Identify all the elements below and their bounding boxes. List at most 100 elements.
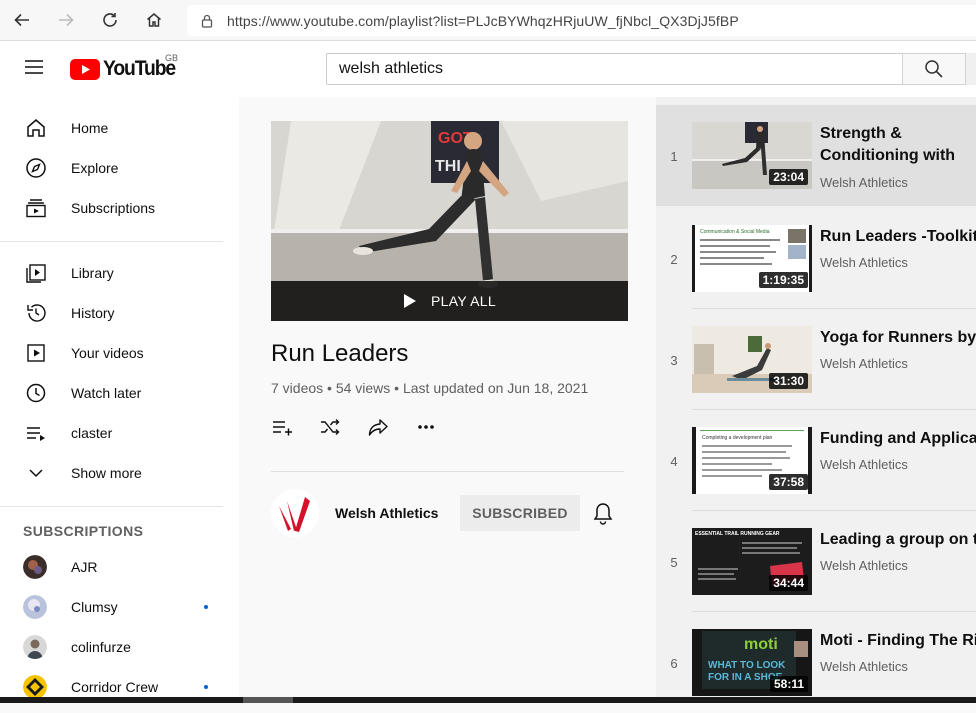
video-duration: 34:44 bbox=[769, 575, 808, 591]
sidebar-item-label: Home bbox=[71, 120, 109, 136]
playlist-video-item[interactable]: 3 31:30 Yoga for Runners by E Welsh Athl… bbox=[656, 309, 976, 410]
more-actions-button[interactable] bbox=[415, 415, 463, 439]
search-icon bbox=[925, 60, 943, 78]
video-title[interactable]: Run Leaders -Toolkit bbox=[820, 226, 976, 248]
avatar bbox=[23, 675, 47, 699]
playlist-divider bbox=[271, 471, 624, 472]
playlist-thumbnail[interactable]: GOT THI PLAY ALL bbox=[271, 121, 628, 321]
sidebar-divider bbox=[0, 241, 223, 242]
channel-avatar[interactable] bbox=[271, 489, 319, 537]
search-input[interactable] bbox=[326, 53, 902, 85]
history-icon bbox=[24, 301, 48, 325]
forward-button[interactable] bbox=[44, 0, 88, 41]
lock-icon bbox=[201, 14, 213, 28]
video-channel[interactable]: Welsh Athletics bbox=[820, 356, 908, 371]
sidebar-item-label: Explore bbox=[71, 160, 119, 176]
share-button[interactable] bbox=[367, 415, 415, 439]
video-duration: 58:11 bbox=[769, 676, 808, 692]
play-all-button[interactable]: PLAY ALL bbox=[271, 281, 628, 321]
scrollbar-thumb[interactable] bbox=[243, 697, 293, 703]
clock-icon bbox=[24, 381, 48, 405]
sidebar-item-watch-later[interactable]: Watch later bbox=[0, 373, 223, 413]
horizontal-scrollbar[interactable] bbox=[0, 697, 976, 703]
youtube-header: YouTube GB bbox=[0, 41, 976, 97]
thumb-heading: Communication & Social Media bbox=[700, 229, 770, 235]
subscriptions-heading: SUBSCRIPTIONS bbox=[23, 523, 144, 539]
video-thumbnail[interactable]: Completing a development plan 37:58 bbox=[692, 427, 812, 494]
video-title[interactable]: Moti - Finding The Rig bbox=[820, 630, 976, 652]
notification-bell-button[interactable] bbox=[592, 501, 614, 530]
home-browser-button[interactable] bbox=[132, 0, 176, 41]
playlist-sidebar: GOT THI PLAY ALL Run Leaders 7 videos • … bbox=[239, 97, 656, 703]
channel-name[interactable]: Welsh Athletics bbox=[335, 505, 438, 521]
playlist-video-item[interactable]: 5 ESSENTIAL TRAIL RUNNING GEAR 34:44 Lea… bbox=[656, 511, 976, 612]
video-duration: 23:04 bbox=[769, 169, 808, 185]
playlist-stats: 7 videos • 54 views • Last updated on Ju… bbox=[271, 380, 589, 396]
video-title[interactable]: Leading a group on th bbox=[820, 529, 976, 551]
video-channel[interactable]: Welsh Athletics bbox=[820, 659, 908, 674]
youtube-logo[interactable]: YouTube GB bbox=[70, 53, 181, 81]
video-title[interactable]: Strength & Conditioning with Kelly bbox=[820, 123, 976, 167]
subscriptions-icon bbox=[24, 196, 48, 220]
playlist-video-item[interactable]: 4 Completing a development plan 37:58 Fu… bbox=[656, 410, 976, 511]
video-index: 3 bbox=[670, 353, 678, 368]
sidebar-item-your-videos[interactable]: Your videos bbox=[0, 333, 223, 373]
new-content-dot bbox=[204, 685, 208, 689]
sidebar-item-claster[interactable]: claster bbox=[0, 413, 223, 453]
sidebar-item-home[interactable]: Home bbox=[0, 108, 223, 148]
subscription-item-clumsy[interactable]: Clumsy bbox=[0, 587, 223, 627]
url-text: https://www.youtube.com/playlist?list=PL… bbox=[227, 12, 739, 29]
sidebar-item-explore[interactable]: Explore bbox=[0, 148, 223, 188]
video-thumbnail[interactable]: Communication & Social Media 1:19:35 bbox=[692, 225, 812, 292]
youtube-play-logo-icon bbox=[70, 58, 100, 80]
shuffle-button[interactable] bbox=[319, 415, 367, 439]
video-channel[interactable]: Welsh Athletics bbox=[820, 255, 908, 270]
playlist-video-item[interactable]: 2 Communication & Social Media 1:19:35 R… bbox=[656, 208, 976, 309]
video-index: 5 bbox=[670, 555, 678, 570]
playlist-icon bbox=[24, 421, 48, 445]
save-playlist-button[interactable] bbox=[271, 415, 319, 439]
sidebar-item-library[interactable]: Library bbox=[0, 253, 223, 293]
avatar bbox=[23, 635, 47, 659]
sidebar-item-subscriptions[interactable]: Subscriptions bbox=[0, 188, 223, 228]
subscription-item-colinfurze[interactable]: colinfurze bbox=[0, 627, 223, 667]
subscribe-button[interactable]: SUBSCRIBED bbox=[460, 495, 580, 531]
sidebar-item-history[interactable]: History bbox=[0, 293, 223, 333]
refresh-icon bbox=[103, 13, 117, 27]
search-button[interactable] bbox=[902, 53, 966, 85]
refresh-button[interactable] bbox=[88, 0, 132, 41]
voice-search-button[interactable] bbox=[966, 53, 976, 85]
thumb-brand: moti bbox=[744, 636, 778, 653]
house-icon bbox=[147, 13, 161, 27]
avatar bbox=[23, 595, 47, 619]
video-thumbnail[interactable]: 23:04 bbox=[692, 122, 812, 189]
video-index: 6 bbox=[670, 656, 678, 671]
bell-icon bbox=[593, 503, 613, 525]
subscription-name: Corridor Crew bbox=[71, 679, 159, 695]
video-thumbnail[interactable]: 31:30 bbox=[692, 326, 812, 393]
sidebar-item-label: Show more bbox=[71, 465, 142, 481]
address-bar[interactable]: https://www.youtube.com/playlist?list=PL… bbox=[187, 5, 976, 36]
add-to-library-icon bbox=[273, 421, 292, 436]
video-channel[interactable]: Welsh Athletics bbox=[820, 457, 908, 472]
video-index: 2 bbox=[670, 252, 678, 267]
video-channel[interactable]: Welsh Athletics bbox=[820, 175, 908, 190]
video-index: 4 bbox=[670, 454, 678, 469]
compass-icon bbox=[24, 156, 48, 180]
video-title[interactable]: Yoga for Runners by E bbox=[820, 327, 976, 349]
home-icon bbox=[24, 116, 48, 140]
video-thumbnail[interactable]: moti WHAT TO LOOK FOR IN A SHOE 58:11 bbox=[692, 629, 812, 696]
playlist-video-list: 1 23:04 Strength & Conditioning with Kel… bbox=[656, 97, 976, 703]
menu-button[interactable] bbox=[24, 59, 44, 80]
back-arrow-icon bbox=[14, 13, 29, 27]
hamburger-icon bbox=[25, 60, 43, 74]
logo-country-code: GB bbox=[165, 53, 179, 63]
playlist-video-item[interactable]: 1 23:04 Strength & Conditioning with Kel… bbox=[656, 105, 976, 206]
sidebar-item-show-more[interactable]: Show more bbox=[0, 453, 223, 493]
video-title[interactable]: Funding and Applicati bbox=[820, 428, 976, 450]
subscription-item-ajr[interactable]: AJR bbox=[0, 547, 223, 587]
back-button[interactable] bbox=[0, 0, 44, 41]
video-thumbnail[interactable]: ESSENTIAL TRAIL RUNNING GEAR 34:44 bbox=[692, 528, 812, 595]
sidebar-item-label: History bbox=[71, 305, 115, 321]
video-channel[interactable]: Welsh Athletics bbox=[820, 558, 908, 573]
